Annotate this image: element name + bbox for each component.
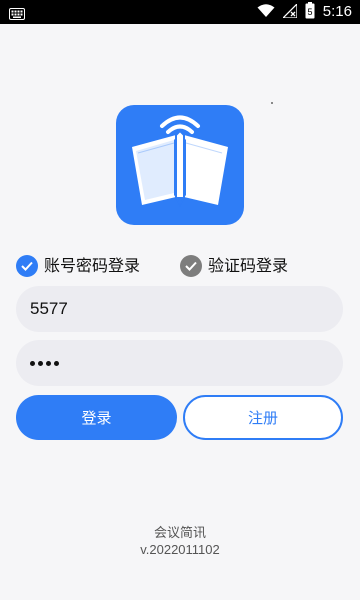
password-field[interactable]: [16, 340, 343, 386]
register-button[interactable]: 注册: [183, 395, 343, 440]
wifi-icon: [257, 3, 275, 22]
username-field[interactable]: 5577: [16, 286, 343, 332]
signal-icon: [281, 1, 298, 22]
status-bar: 5 5:16: [0, 0, 360, 24]
login-option-code[interactable]: 验证码登录: [180, 254, 288, 278]
decorative-dot: [271, 102, 273, 104]
keyboard-icon: [9, 5, 25, 20]
login-option-label: 账号密码登录: [44, 256, 141, 275]
svg-text:5: 5: [307, 7, 312, 17]
footer-app-name: 会议简讯: [153, 526, 206, 541]
check-circle-icon: [180, 255, 202, 277]
footer-version: v.2022011102: [140, 542, 220, 557]
app-logo: [116, 105, 244, 225]
login-method-selector: 账号密码登录 验证码登录: [16, 254, 346, 278]
login-option-password[interactable]: 账号密码登录: [16, 254, 140, 278]
book-wifi-icon: [132, 115, 228, 208]
battery-icon: 5: [305, 1, 315, 23]
check-circle-icon: [16, 255, 38, 277]
status-time: 5:16: [322, 3, 352, 20]
login-option-label: 验证码登录: [208, 256, 289, 275]
username-value: 5577: [30, 299, 68, 318]
login-button[interactable]: 登录: [16, 395, 177, 440]
password-value: [30, 360, 59, 366]
